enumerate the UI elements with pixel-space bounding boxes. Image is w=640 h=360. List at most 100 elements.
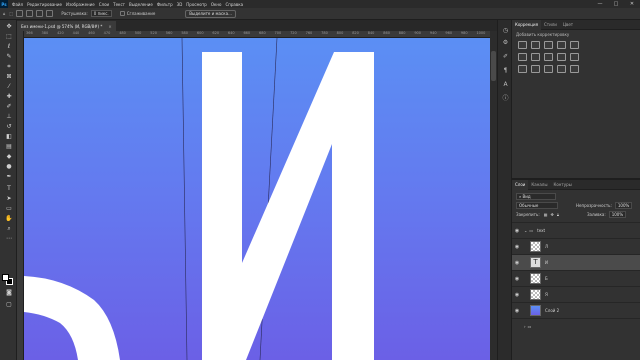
fill-input[interactable]: 100%	[608, 211, 627, 218]
posterize-icon[interactable]	[531, 65, 540, 73]
levels-icon[interactable]	[531, 41, 540, 49]
hand-tool-icon[interactable]: ✋	[5, 216, 13, 222]
threshold-icon[interactable]	[544, 65, 553, 73]
move-tool-icon[interactable]: ✥	[5, 24, 13, 30]
menu-window[interactable]: Окно	[211, 2, 222, 7]
type-tool-icon[interactable]: T	[5, 186, 13, 192]
hue-saturation-icon[interactable]	[518, 53, 527, 61]
lasso-tool-icon[interactable]: ℓ	[5, 44, 13, 50]
subtract-selection-icon[interactable]	[36, 10, 44, 17]
invert-icon[interactable]	[518, 65, 527, 73]
character-panel-icon[interactable]: A	[502, 82, 509, 88]
shape-tool-icon[interactable]: ▭	[5, 206, 13, 212]
visibility-eye-icon[interactable]: ◉	[512, 244, 522, 250]
history-panel-icon[interactable]: ◷	[502, 28, 509, 34]
top-ruler[interactable]: 366 380 420 440 460 470 480 500 520 560 580 600 620 6…	[24, 31, 490, 38]
layer-row[interactable]: ◉ Л	[512, 238, 640, 254]
brush-tool-icon[interactable]: ✐	[5, 104, 13, 110]
eraser-tool-icon[interactable]: ◧	[5, 134, 13, 140]
visibility-eye-icon[interactable]: ◉	[512, 292, 522, 298]
properties-panel-icon[interactable]: ⚙	[502, 40, 509, 46]
quick-select-icon[interactable]: ✎	[5, 54, 13, 60]
brightness-contrast-icon[interactable]	[518, 41, 527, 49]
gradient-tool-icon[interactable]: ▤	[5, 144, 13, 150]
menu-layers[interactable]: Слои	[99, 2, 109, 7]
healing-brush-icon[interactable]: ✚	[5, 94, 13, 100]
menu-type[interactable]: Текст	[113, 2, 125, 7]
menu-view[interactable]: Просмотр	[186, 2, 207, 7]
pen-tool-icon[interactable]: ✒	[5, 174, 13, 180]
tab-styles[interactable]: Стили	[541, 20, 560, 30]
gradient-map-icon[interactable]	[557, 65, 566, 73]
curves-icon[interactable]	[544, 41, 553, 49]
tab-channels[interactable]: Каналы	[528, 180, 550, 190]
new-selection-icon[interactable]	[16, 10, 24, 17]
document-canvas[interactable]	[24, 38, 490, 360]
maximize-icon[interactable]: □	[608, 0, 624, 8]
visibility-eye-icon[interactable]: ◉	[512, 228, 522, 234]
tab-color[interactable]: Цвет	[560, 20, 576, 30]
foreground-color-swatch[interactable]	[2, 274, 9, 281]
clone-stamp-icon[interactable]: ⊥	[5, 114, 13, 120]
dodge-tool-icon[interactable]: ●	[5, 164, 13, 170]
quick-mask-icon[interactable]: ◙	[5, 290, 13, 296]
feather-input[interactable]: 0 пикс.	[90, 10, 112, 17]
chevron-down-icon[interactable]: ⌄	[524, 228, 527, 233]
visibility-eye-icon[interactable]: ◉	[512, 260, 522, 266]
select-and-mask-button[interactable]: Выделите и маска...	[185, 9, 236, 18]
frame-tool-icon[interactable]: ⊠	[5, 74, 13, 80]
lock-pixels-icon[interactable]: ▦	[544, 212, 548, 217]
photo-filter-icon[interactable]	[557, 53, 566, 61]
vertical-scrollbar[interactable]	[490, 31, 497, 360]
selective-color-icon[interactable]	[570, 65, 579, 73]
exposure-icon[interactable]	[557, 41, 566, 49]
left-ruler[interactable]	[17, 31, 24, 360]
layer-row-group[interactable]: ◉ ⌄ ▭ text	[512, 222, 640, 238]
menu-edit[interactable]: Редактирование	[27, 2, 62, 7]
layer-filter-dropdown[interactable]: ⌕ Вид	[516, 193, 556, 200]
zoom-tool-icon[interactable]: ⌕	[5, 226, 13, 232]
channel-mixer-icon[interactable]	[570, 53, 579, 61]
layer-row-group[interactable]: › ▭	[512, 318, 640, 334]
history-brush-icon[interactable]: ↺	[5, 124, 13, 130]
tab-adjustments[interactable]: Коррекция	[512, 19, 541, 30]
menu-image[interactable]: Изображение	[66, 2, 95, 7]
menu-filter[interactable]: Фильтр	[157, 2, 173, 7]
vibrance-icon[interactable]	[570, 41, 579, 49]
opacity-input[interactable]: 100%	[614, 202, 633, 209]
chevron-right-icon[interactable]: ›	[524, 324, 526, 329]
home-icon[interactable]: ⌂	[3, 11, 6, 16]
layer-row[interactable]: ◉ Слой 2	[512, 302, 640, 318]
menu-help[interactable]: Справка	[225, 2, 243, 7]
menu-3d[interactable]: 3D	[177, 2, 183, 7]
blur-tool-icon[interactable]: ◆	[5, 154, 13, 160]
color-balance-icon[interactable]	[531, 53, 540, 61]
layer-row[interactable]: ◉ Я	[512, 286, 640, 302]
antialias-checkbox[interactable]	[119, 11, 125, 16]
lock-all-icon[interactable]: 🔒︎	[557, 212, 559, 217]
paragraph-panel-icon[interactable]: ¶	[502, 68, 509, 74]
brush-panel-icon[interactable]: ✐	[502, 54, 509, 60]
menu-select[interactable]: Выделение	[129, 2, 153, 7]
visibility-eye-icon[interactable]: ◉	[512, 308, 522, 314]
path-select-icon[interactable]: ➤	[5, 196, 13, 202]
minimize-icon[interactable]: —	[592, 0, 608, 8]
info-panel-icon[interactable]: ⓘ	[502, 96, 509, 102]
photoshop-logo-icon[interactable]: Ps	[0, 0, 8, 8]
tab-paths[interactable]: Контуры	[550, 180, 574, 190]
more-tools-icon[interactable]: ⋯	[5, 236, 13, 242]
document-tab[interactable]: Без имени-1.psd @ 574% (И, RGB/8#) * ×	[17, 21, 116, 31]
layer-row-selected[interactable]: ◉ T И	[512, 254, 640, 270]
scrollbar-thumb[interactable]	[491, 51, 496, 81]
add-selection-icon[interactable]	[26, 10, 34, 17]
close-tab-icon[interactable]: ×	[108, 24, 111, 29]
eyedropper-icon[interactable]: ⁄	[5, 84, 13, 90]
black-white-icon[interactable]	[544, 53, 553, 61]
tab-layers[interactable]: Слои	[512, 179, 529, 190]
lock-position-icon[interactable]: ✥	[550, 212, 553, 217]
intersect-selection-icon[interactable]	[46, 10, 54, 17]
layer-row[interactable]: ◉ Б	[512, 270, 640, 286]
marquee-tool-icon[interactable]: ⬚	[5, 34, 13, 40]
menu-file[interactable]: Файл	[12, 2, 23, 7]
visibility-eye-icon[interactable]: ◉	[512, 276, 522, 282]
